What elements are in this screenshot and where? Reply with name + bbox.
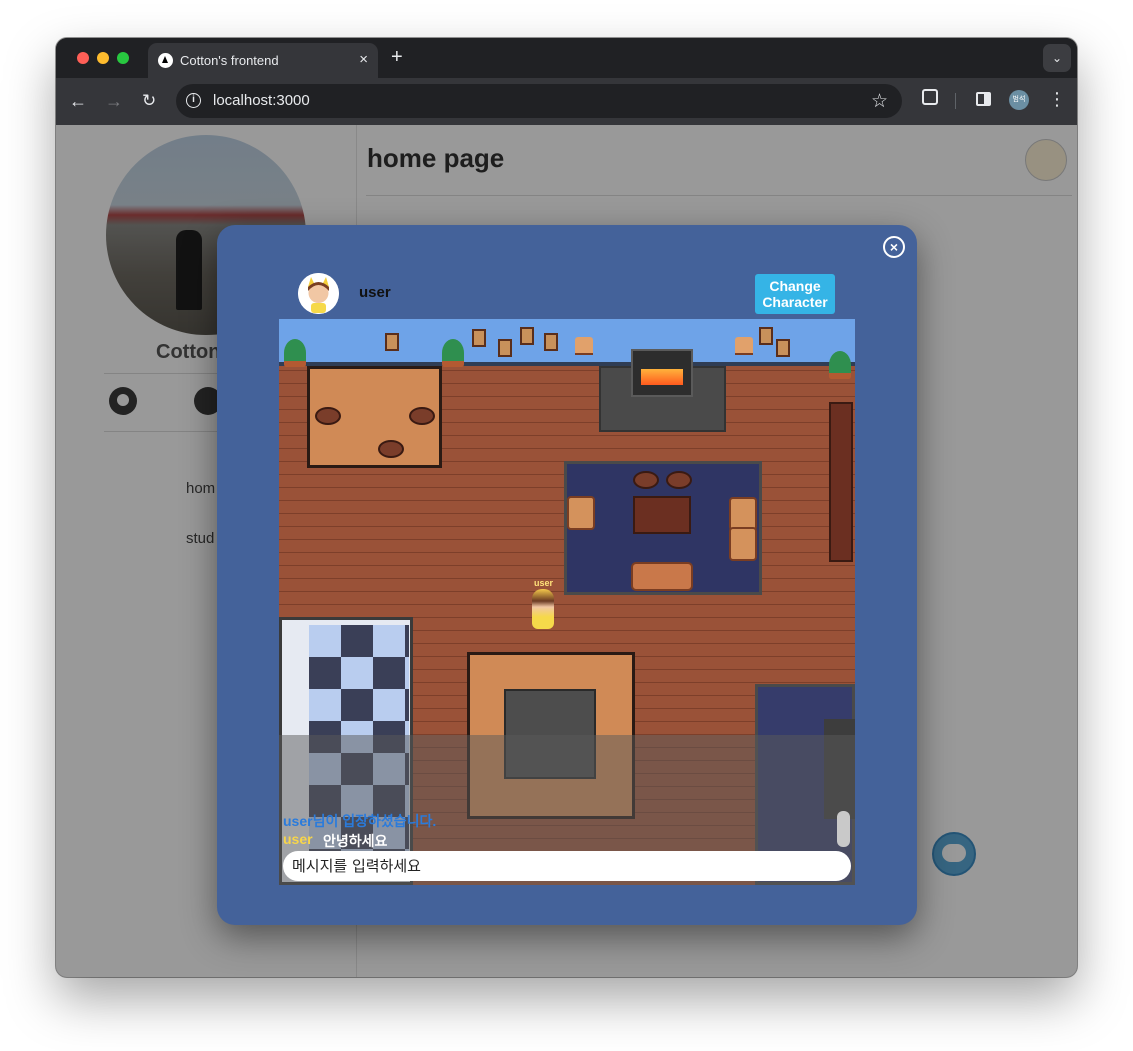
ottoman <box>633 471 659 489</box>
vercel-favicon-icon <box>158 53 173 68</box>
game-canvas[interactable]: user user님이 입장하셨습니다. user 안녕하세요 <box>279 319 855 885</box>
character-name-label: user <box>534 578 554 588</box>
sofa <box>631 562 693 591</box>
forward-arrow-icon[interactable]: → <box>105 90 123 112</box>
potted-plant <box>284 339 306 367</box>
chat-input[interactable] <box>283 851 851 881</box>
url-text[interactable]: localhost:3000 <box>213 92 310 109</box>
change-character-button[interactable]: Change Character <box>755 274 835 314</box>
floor-lamp <box>575 337 593 355</box>
wall-frame <box>472 329 486 347</box>
chat-scrollbar[interactable] <box>837 811 850 847</box>
tab-close-icon[interactable]: × <box>359 51 368 69</box>
floor-lamp <box>735 337 753 355</box>
game-modal: × user Change Character user user님이 입장하셨… <box>217 225 917 925</box>
reload-icon[interactable]: ↻ <box>142 90 156 112</box>
close-window-button[interactable] <box>77 52 89 64</box>
toolbar-divider <box>955 93 956 109</box>
close-icon[interactable]: × <box>883 236 905 258</box>
address-bar[interactable]: i localhost:3000 ☆ <box>176 84 902 118</box>
player-character[interactable] <box>532 589 554 629</box>
tab-search-chevron-icon[interactable]: ⌄ <box>1043 44 1071 72</box>
bookmark-star-icon[interactable]: ☆ <box>871 90 888 113</box>
fireplace <box>631 349 693 397</box>
ottoman <box>409 407 435 425</box>
coffee-table <box>633 496 691 534</box>
wall-frame <box>759 327 773 345</box>
character-avatar <box>298 273 339 314</box>
back-arrow-icon[interactable]: ← <box>69 90 87 112</box>
browser-tab[interactable]: Cotton's frontend × <box>148 43 378 78</box>
maximize-window-button[interactable] <box>117 52 129 64</box>
wall-frame <box>776 339 790 357</box>
ottoman <box>666 471 692 489</box>
browser-menu-icon[interactable]: ⋮ <box>1048 89 1066 109</box>
ottoman <box>315 407 341 425</box>
new-tab-button[interactable]: + <box>391 46 403 68</box>
chat-message-user: user <box>283 831 313 847</box>
ottoman <box>378 440 404 458</box>
armchair <box>567 496 595 530</box>
potted-plant <box>442 339 464 367</box>
chat-message-text: 안녕하세요 <box>323 833 388 849</box>
potted-plant <box>829 351 851 379</box>
armchair <box>729 497 757 531</box>
wall-frame <box>544 333 558 351</box>
system-message: user님이 입장하셨습니다. <box>283 813 437 829</box>
extensions-puzzle-icon[interactable] <box>922 89 938 105</box>
bookshelf <box>829 402 853 562</box>
browser-profile-avatar[interactable]: 범석 <box>1009 90 1029 110</box>
tab-title: Cotton's frontend <box>180 53 279 68</box>
tab-strip: Cotton's frontend × + ⌄ <box>56 38 1077 78</box>
armchair <box>729 527 757 561</box>
wall-frame <box>520 327 534 345</box>
modal-username: user <box>359 284 391 301</box>
side-panel-icon[interactable] <box>976 92 991 106</box>
wall-frame <box>498 339 512 357</box>
site-info-icon[interactable]: i <box>186 93 201 108</box>
minimize-window-button[interactable] <box>97 52 109 64</box>
wall-frame <box>385 333 399 351</box>
